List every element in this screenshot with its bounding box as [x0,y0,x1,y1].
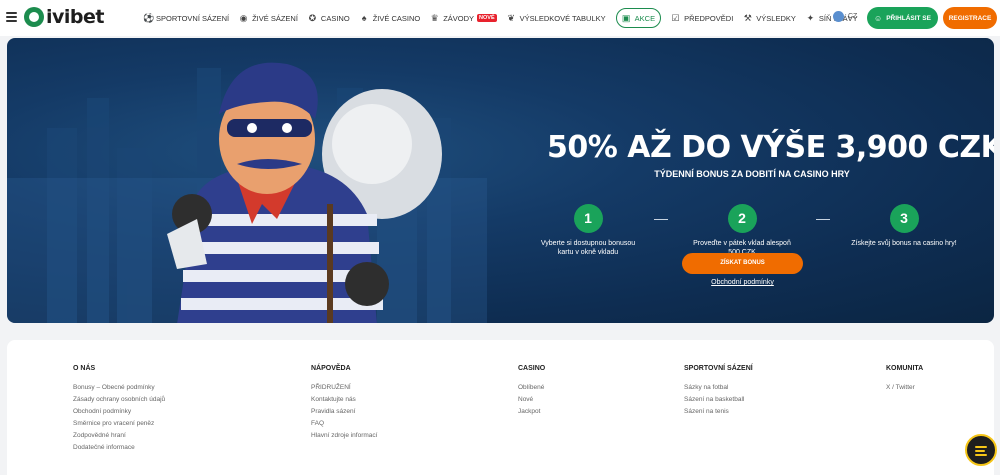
footer-column-title: KOMUNITA [886,365,924,372]
bandit-character-image [167,62,442,323]
nav-leaderboards[interactable]: ❦ VÝSLEDKOVÉ TABULKY [507,8,606,28]
new-badge: NOVÉ [477,14,497,22]
chat-icon-line [975,454,987,456]
logo-mark-icon [24,7,44,27]
top-header: ivibet ⚽ SPORTOVNÍ SÁZENÍ ◉ ŽIVÉ SÁZENÍ … [0,0,1000,36]
footer-column-community: KOMUNITA X / Twitter [886,365,923,396]
nav-label: PŘEDPOVĚDI [684,13,734,23]
chat-icon [975,446,987,448]
nav-promotions[interactable]: ▣ AKCE [615,8,662,28]
nav-label: ŽIVÉ CASINO [372,13,421,23]
register-label: REGISTRACE [948,14,992,22]
footer-column-help: NÁPOVĚDA PŘIDRUŽENÍ Kontaktujte nás Prav… [311,365,377,444]
promo-title: 50% AŽ DO VÝŠE 3,900 CZK [547,130,994,165]
footer: O NÁS Bonusy – Obecné podmínky Zásady oc… [7,340,994,475]
step-divider [654,219,668,220]
footer-link[interactable]: Směrnice pro vracení peněz [73,420,165,427]
promo-banner: 50% AŽ DO VÝŠE 3,900 CZK TÝDENNÍ BONUS Z… [7,38,994,323]
nav-predictions[interactable]: ☑ PŘEDPOVĚDI [671,8,734,28]
footer-link[interactable]: PŘIDRUŽENÍ [311,384,377,391]
logo-text: ivibet [46,6,104,28]
login-button[interactable]: ☺ PŘIHLÁSIT SE [867,7,938,29]
laurel-icon: ❦ [507,12,515,23]
footer-link[interactable]: Kontaktujte nás [311,396,377,403]
footer-link[interactable]: Oblíbené [518,384,545,391]
step-1: 1 Vyberte si dostupnou bonusou kartu v o… [533,204,643,257]
footer-column-title: O NÁS [73,365,96,372]
footer-link[interactable]: Sázení na basketball [684,396,753,403]
predictions-icon: ☑ [671,12,680,23]
nav-label: VÝSLEDKY [756,13,796,23]
main-nav: ⚽ SPORTOVNÍ SÁZENÍ ◉ ŽIVÉ SÁZENÍ ✪ CASIN… [143,8,868,28]
user-icon: ☺ [874,13,883,23]
step-text: Získejte svůj bonus na casino hry! [851,240,957,247]
step-number: 1 [573,204,603,233]
footer-column-about: O NÁS Bonusy – Obecné podmínky Zásady oc… [73,365,165,456]
footer-link[interactable]: Pravidla sázení [311,408,377,415]
step-number: 2 [727,204,757,233]
footer-link[interactable]: Dodatečné informace [73,444,165,451]
footer-column-title: NÁPOVĚDA [311,365,351,372]
nav-label: ZÁVODY [443,13,475,23]
nav-label: ŽIVÉ SÁZENÍ [252,13,298,23]
step-number: 3 [889,204,919,233]
live-casino-icon: ♠ [361,12,367,23]
footer-link[interactable]: Sázení na tenis [684,408,753,415]
register-button[interactable]: REGISTRACE [943,7,997,29]
globe-icon [833,11,844,22]
menu-icon[interactable] [6,12,17,22]
footer-link[interactable]: Sázky na fotbal [684,384,753,391]
footer-link[interactable]: Zásady ochrany osobních údajů [73,396,165,403]
footer-link[interactable]: Hlavní zdroje informací [311,432,377,439]
hall-of-fame-icon: ✦ [806,12,815,23]
get-bonus-button[interactable]: ZÍSKAT BONUS [682,253,803,274]
language-label: CZ [848,13,858,20]
footer-link[interactable]: Jackpot [518,408,545,415]
login-label: PŘIHLÁSIT SE [886,14,931,22]
nav-label: AKCE [634,13,656,23]
footer-column-title: SPORTOVNÍ SÁZENÍ [684,365,753,372]
logo[interactable]: ivibet [24,6,104,28]
step-text: Vyberte si dostupnou bonusou kartu v okn… [540,240,636,256]
footer-column-sports: SPORTOVNÍ SÁZENÍ Sázky na fotbal Sázení … [684,365,753,420]
chat-icon-line [975,450,985,452]
nav-races[interactable]: ♛ ZÁVODY NOVÉ [430,8,497,28]
footer-link[interactable]: FAQ [311,420,377,427]
footer-link[interactable]: Zodpovědné hraní [73,432,165,439]
trophy-icon: ♛ [430,12,439,23]
step-divider [816,219,830,220]
soccer-ball-icon: ⚽ [143,12,155,23]
chat-support-button[interactable] [965,434,997,466]
nav-live-casino[interactable]: ♠ ŽIVÉ CASINO [360,8,421,28]
terms-link[interactable]: Obchodní podmínky [682,279,803,286]
footer-link[interactable]: Bonusy – Obecné podmínky [73,384,165,391]
nav-results[interactable]: ⚒ VÝSLEDKY [743,8,796,28]
footer-link[interactable]: Obchodní podmínky [73,408,165,415]
step-2: 2 Proveďte v pátek vklad alespoň 500 CZK [687,204,797,257]
footer-link[interactable]: Nové [518,396,545,403]
casino-chip-icon: ✪ [308,12,317,23]
nav-label: VÝSLEDKOVÉ TABULKY [519,13,606,23]
step-3: 3 Získejte svůj bonus na casino hry! [849,204,959,248]
gift-icon: ▣ [621,12,631,23]
footer-column-title: CASINO [518,365,546,372]
footer-column-casino: CASINO Oblíbené Nové Jackpot [518,365,545,420]
nav-label: CASINO [320,13,350,23]
live-icon: ◉ [239,12,248,23]
language-selector[interactable]: CZ [833,11,857,22]
nav-sports-betting[interactable]: ⚽ SPORTOVNÍ SÁZENÍ [143,8,229,28]
promo-subtitle: TÝDENNÍ BONUS ZA DOBITÍ NA CASINO HRY [654,169,850,179]
nav-label: SPORTOVNÍ SÁZENÍ [156,13,230,23]
nav-live-betting[interactable]: ◉ ŽIVÉ SÁZENÍ [239,8,298,28]
results-icon: ⚒ [743,12,752,23]
nav-casino[interactable]: ✪ CASINO [308,8,350,28]
footer-link[interactable]: X / Twitter [886,384,923,391]
